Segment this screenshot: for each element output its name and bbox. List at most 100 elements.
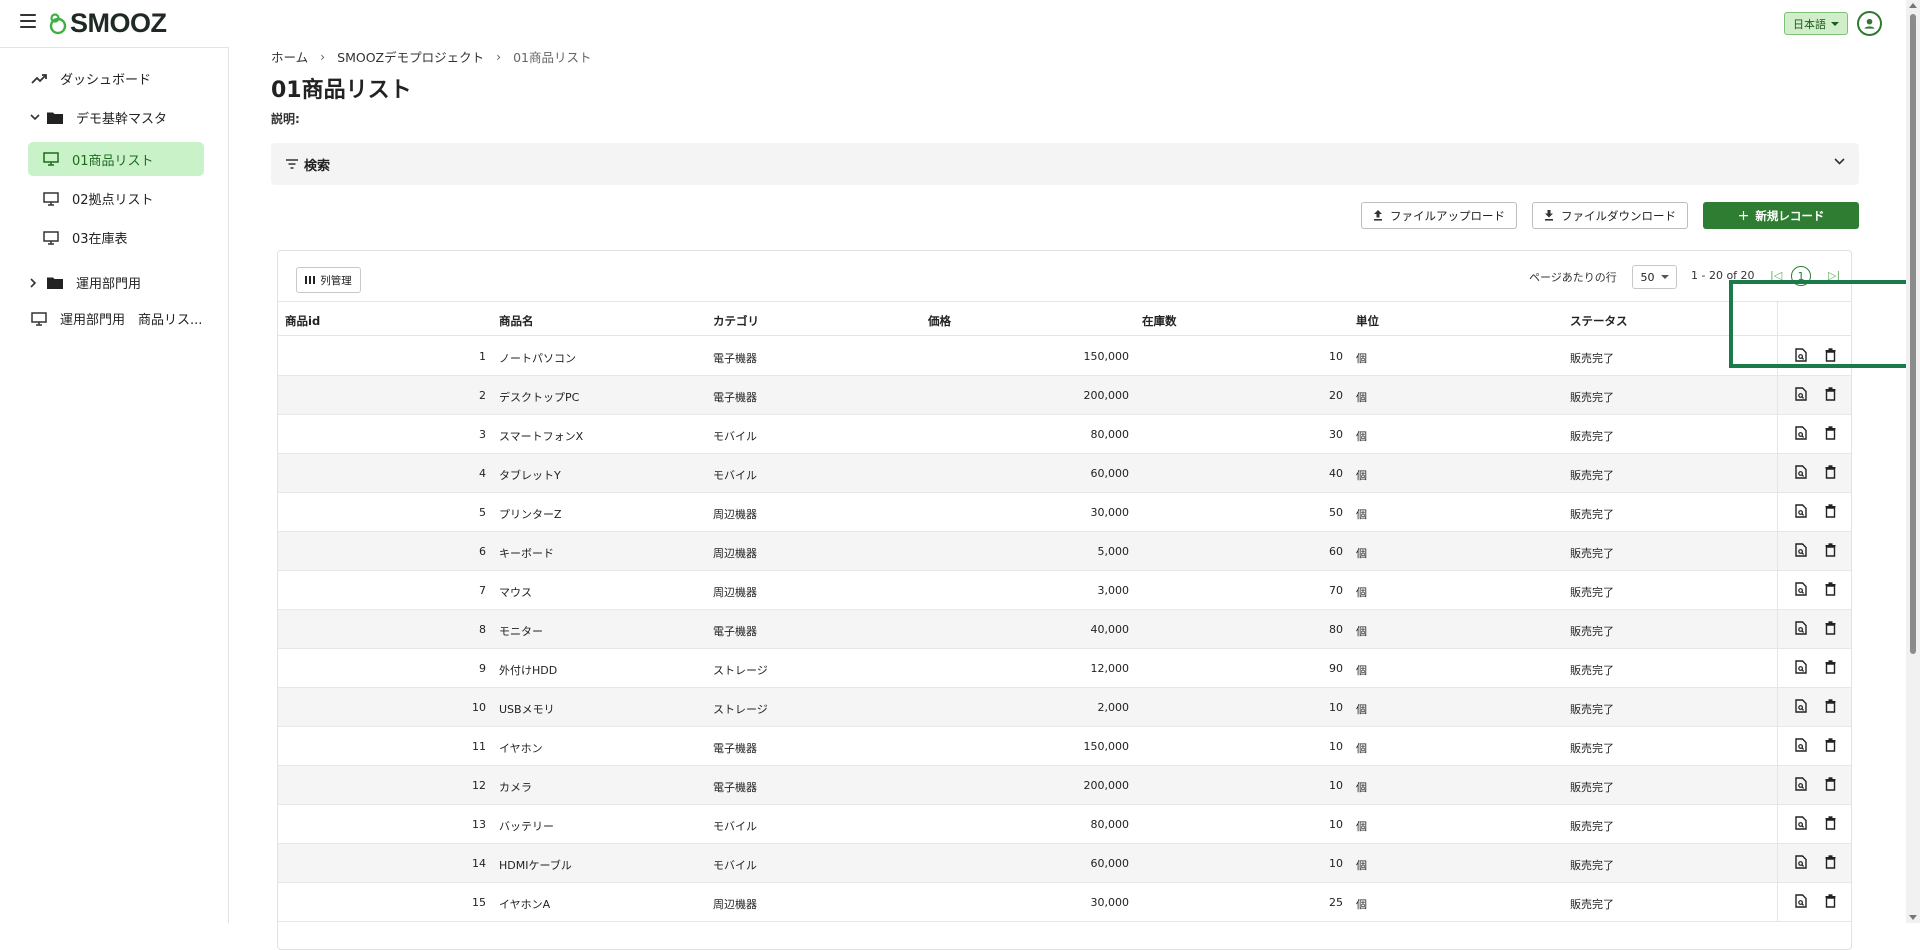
page-scrollbar[interactable] [1906, 0, 1920, 923]
view-detail-icon[interactable] [1795, 426, 1807, 443]
table-row[interactable]: 3 スマートフォンX モバイル 80,000 30 個 販売完了 [278, 415, 1851, 454]
column-manage-button[interactable]: 列管理 [296, 267, 361, 293]
trash-icon[interactable] [1825, 387, 1836, 404]
trash-icon[interactable] [1825, 816, 1836, 833]
trash-icon[interactable] [1825, 582, 1836, 599]
pagination-current-page[interactable]: 1 [1791, 266, 1811, 286]
new-record-button[interactable]: + 新規レコード [1703, 202, 1859, 229]
view-detail-icon[interactable] [1795, 621, 1807, 638]
last-page-icon[interactable]: ▷| [1828, 269, 1840, 282]
view-detail-icon[interactable] [1795, 543, 1807, 560]
breadcrumb-home[interactable]: ホーム [271, 47, 308, 66]
trash-icon[interactable] [1825, 426, 1836, 443]
table-row[interactable]: 5 プリンターZ 周辺機器 30,000 50 個 販売完了 [278, 493, 1851, 532]
trash-icon[interactable] [1825, 504, 1836, 521]
table-row[interactable]: 13 バッテリー モバイル 80,000 10 個 販売完了 [278, 805, 1851, 844]
sidebar-item-label: 02拠点リスト [72, 193, 154, 208]
first-page-icon[interactable]: |◁ [1770, 269, 1782, 282]
breadcrumb-project[interactable]: SMOOZデモプロジェクト [337, 47, 484, 66]
table-row[interactable]: 15 イヤホンA 周辺機器 30,000 25 個 販売完了 [278, 883, 1851, 922]
logo[interactable]: SMOOZ [48, 8, 167, 39]
trash-icon[interactable] [1825, 660, 1836, 677]
file-download-label: ファイルダウンロード [1561, 208, 1676, 223]
column-header-id[interactable]: 商品id [285, 313, 320, 329]
table-row[interactable]: 12 カメラ 電子機器 200,000 10 個 販売完了 [278, 766, 1851, 805]
scroll-up-icon[interactable] [1909, 3, 1917, 8]
trash-icon[interactable] [1825, 855, 1836, 872]
cell-stock: 10 [1329, 779, 1343, 792]
cell-id: 15 [472, 896, 486, 909]
table-row[interactable]: 4 タブレットY モバイル 60,000 40 個 販売完了 [278, 454, 1851, 493]
cell-stock: 10 [1329, 701, 1343, 714]
table-row[interactable]: 14 HDMIケーブル モバイル 60,000 10 個 販売完了 [278, 844, 1851, 883]
sidebar-item-operations-product-list[interactable]: 運用部門用 商品リス... [30, 309, 202, 328]
search-panel[interactable]: 検索 [271, 143, 1859, 185]
sidebar-item-demo-master[interactable]: デモ基幹マスタ [30, 108, 167, 127]
table-row[interactable]: 7 マウス 周辺機器 3,000 70 個 販売完了 [278, 571, 1851, 610]
sidebar-item-operations[interactable]: 運用部門用 [30, 273, 141, 292]
table-row[interactable]: 9 外付けHDD ストレージ 12,000 90 個 販売完了 [278, 649, 1851, 688]
account-icon[interactable] [1857, 11, 1882, 36]
column-header-price[interactable]: 価格 [928, 313, 951, 329]
table-row[interactable]: 2 デスクトップPC 電子機器 200,000 20 個 販売完了 [278, 376, 1851, 415]
column-divider [1777, 649, 1778, 688]
view-detail-icon[interactable] [1795, 855, 1807, 872]
scrollbar-thumb[interactable] [1910, 14, 1916, 654]
trash-icon[interactable] [1825, 465, 1836, 482]
scroll-down-icon[interactable] [1909, 915, 1917, 920]
chevron-right-icon: › [496, 49, 502, 64]
rows-per-page-select[interactable]: 50 [1632, 265, 1677, 289]
view-detail-icon[interactable] [1795, 777, 1807, 794]
cell-stock: 10 [1329, 857, 1343, 870]
view-detail-icon[interactable] [1795, 816, 1807, 833]
cell-id: 9 [479, 662, 486, 675]
monitor-icon [42, 150, 60, 168]
trash-icon[interactable] [1825, 738, 1836, 755]
view-detail-icon[interactable] [1795, 504, 1807, 521]
trash-icon[interactable] [1825, 543, 1836, 560]
view-detail-icon[interactable] [1795, 348, 1807, 365]
cell-name: デスクトップPC [499, 391, 580, 404]
sidebar-item-label: 運用部門用 [76, 277, 142, 292]
table-row[interactable]: 8 モニター 電子機器 40,000 80 個 販売完了 [278, 610, 1851, 649]
table-row[interactable]: 6 キーボード 周辺機器 5,000 60 個 販売完了 [278, 532, 1851, 571]
column-header-status[interactable]: ステータス [1570, 313, 1628, 329]
view-detail-icon[interactable] [1795, 660, 1807, 677]
cell-status: 販売完了 [1570, 820, 1614, 833]
column-divider [1777, 766, 1778, 805]
view-detail-icon[interactable] [1795, 387, 1807, 404]
column-header-category[interactable]: カテゴリ [713, 313, 759, 329]
view-detail-icon[interactable] [1795, 738, 1807, 755]
trash-icon[interactable] [1825, 348, 1836, 365]
menu-icon[interactable] [20, 14, 36, 28]
file-upload-button[interactable]: ファイルアップロード [1361, 202, 1517, 229]
table-row[interactable]: 11 イヤホン 電子機器 150,000 10 個 販売完了 [278, 727, 1851, 766]
sidebar-item-product-list[interactable]: 01商品リスト [28, 142, 204, 176]
cell-price: 60,000 [1090, 857, 1130, 870]
chevron-down-icon[interactable] [1834, 158, 1845, 165]
table-row[interactable]: 1 ノートパソコン 電子機器 150,000 10 個 販売完了 [278, 337, 1851, 376]
main-content: ホーム › SMOOZデモプロジェクト › 01商品リスト 01商品リスト 説明… [229, 47, 1920, 950]
view-detail-icon[interactable] [1795, 894, 1807, 911]
trash-icon[interactable] [1825, 777, 1836, 794]
file-upload-label: ファイルアップロード [1390, 208, 1505, 223]
column-header-unit[interactable]: 単位 [1356, 313, 1379, 329]
cell-status: 販売完了 [1570, 430, 1614, 443]
view-detail-icon[interactable] [1795, 582, 1807, 599]
view-detail-icon[interactable] [1795, 699, 1807, 716]
view-detail-icon[interactable] [1795, 465, 1807, 482]
table-row[interactable]: 10 USBメモリ ストレージ 2,000 10 個 販売完了 [278, 688, 1851, 727]
cell-unit: 個 [1356, 859, 1367, 872]
sidebar-item-inventory[interactable]: 03在庫表 [42, 228, 128, 247]
file-download-button[interactable]: ファイルダウンロード [1532, 202, 1688, 229]
trash-icon[interactable] [1825, 699, 1836, 716]
column-header-name[interactable]: 商品名 [499, 313, 534, 329]
cell-status: 販売完了 [1570, 469, 1614, 482]
column-header-stock[interactable]: 在庫数 [1142, 313, 1177, 329]
sidebar-item-location-list[interactable]: 02拠点リスト [42, 189, 154, 208]
cell-stock: 10 [1329, 350, 1343, 363]
trash-icon[interactable] [1825, 894, 1836, 911]
language-select[interactable]: 日本語 [1784, 12, 1848, 35]
sidebar-item-dashboard[interactable]: ダッシュボード [30, 69, 151, 88]
trash-icon[interactable] [1825, 621, 1836, 638]
